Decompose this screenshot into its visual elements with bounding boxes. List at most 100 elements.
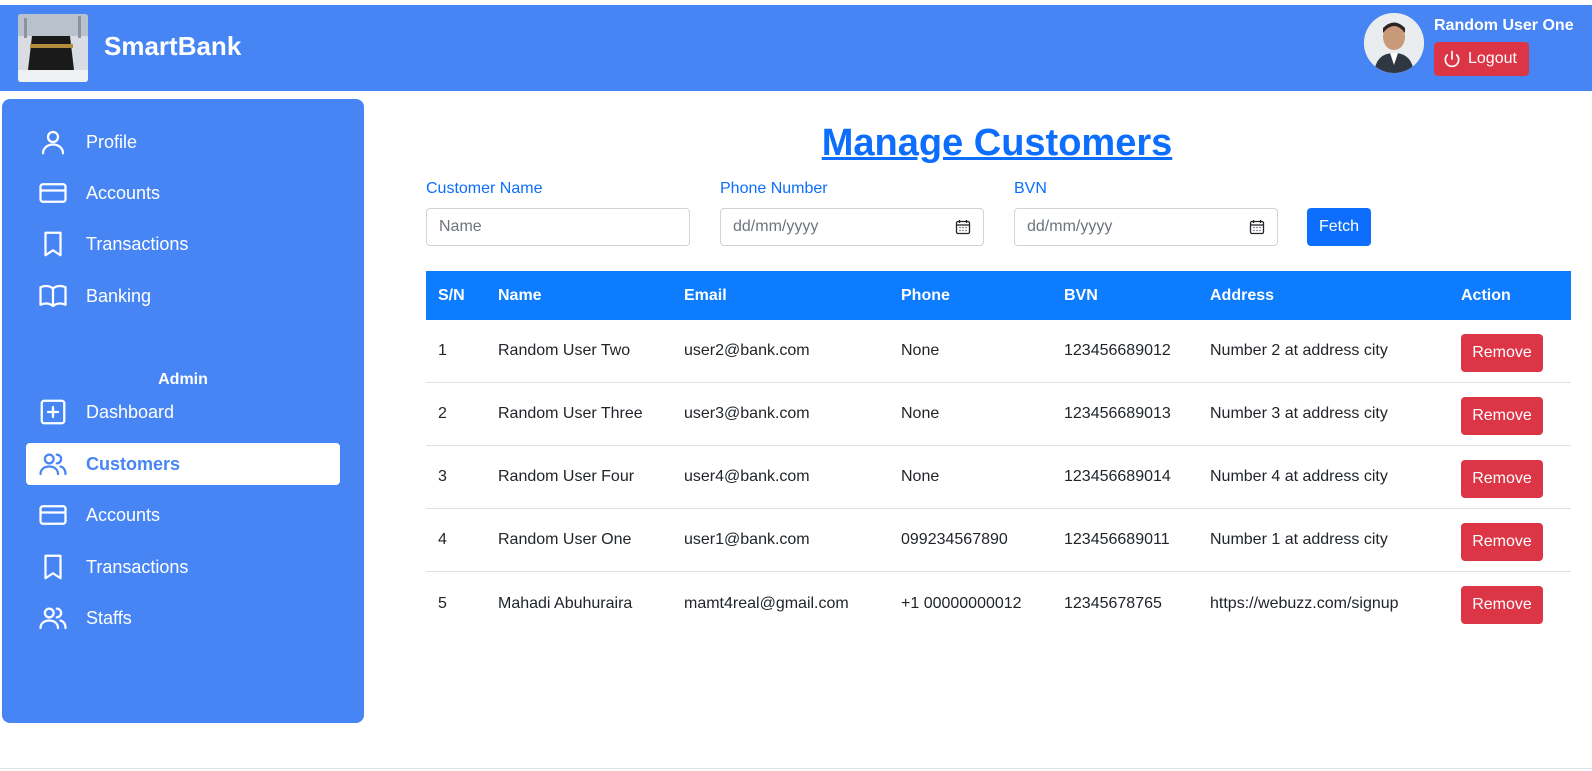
cell-name: Random User Four — [498, 468, 635, 485]
calendar-icon[interactable] — [1249, 219, 1265, 235]
cell-address: https://webuzz.com/signup — [1210, 594, 1399, 612]
sidebar-item-transactions[interactable]: Transactions — [26, 223, 340, 265]
cell-name: Mahadi Abuhuraira — [498, 594, 633, 612]
cell-email: mamt4real@gmail.com — [684, 594, 849, 612]
bookmark-icon — [36, 550, 70, 584]
cell-sn: 4 — [438, 531, 447, 548]
cell-sn: 2 — [438, 405, 447, 422]
cell-bvn: 123456689014 — [1064, 468, 1171, 485]
cell-phone: 099234567890 — [901, 531, 1008, 548]
cell-email: user3@bank.com — [684, 405, 810, 422]
sidebar-item-label: Transactions — [86, 556, 189, 577]
sidebar-item-profile[interactable]: Profile — [26, 121, 340, 163]
cell-sn: 5 — [438, 594, 447, 612]
sidebar-item-label: Profile — [86, 131, 138, 152]
cell-phone: None — [901, 468, 940, 485]
cell-bvn: 123456689012 — [1064, 342, 1171, 359]
sidebar-item-dashboard[interactable]: Dashboard — [26, 391, 340, 433]
table-row: 4 Random User One user1@bank.com 0992345… — [426, 509, 1571, 572]
cell-email: user1@bank.com — [684, 531, 810, 548]
bvn-placeholder: dd/mm/yyyy — [1027, 218, 1113, 235]
column-header-email: Email — [684, 286, 727, 304]
sidebar-item-staffs[interactable]: Staffs — [26, 597, 340, 639]
people-icon — [36, 601, 70, 635]
user-name: Random User One — [1434, 17, 1574, 34]
sidebar-item-label: Accounts — [86, 182, 161, 203]
remove-button[interactable]: Remove — [1461, 460, 1543, 498]
cell-email: user4@bank.com — [684, 468, 810, 485]
column-header-action: Action — [1461, 286, 1511, 304]
bookmark-icon — [36, 227, 70, 261]
column-header-name: Name — [498, 286, 542, 304]
sidebar-item-admin-accounts[interactable]: Accounts — [26, 494, 340, 536]
logout-label: Logout — [1468, 50, 1517, 67]
table-row: 3 Random User Four user4@bank.com None 1… — [426, 446, 1571, 509]
fetch-button[interactable]: Fetch — [1307, 208, 1371, 246]
phone-number-input[interactable]: dd/mm/yyyy — [720, 208, 984, 246]
cell-bvn: 12345678765 — [1064, 594, 1162, 612]
credit-card-icon — [36, 176, 70, 210]
bvn-input[interactable]: dd/mm/yyyy — [1014, 208, 1278, 246]
cell-address: Number 3 at address city — [1210, 405, 1388, 422]
cell-name: Random User One — [498, 531, 632, 548]
logout-button[interactable]: Logout — [1434, 42, 1529, 76]
cell-sn: 1 — [438, 342, 447, 359]
cell-email: user2@bank.com — [684, 342, 810, 359]
people-icon — [36, 447, 70, 481]
sidebar-item-label: Staffs — [86, 607, 132, 628]
customers-table: S/N Name Email Phone BVN Address Action … — [426, 271, 1571, 635]
bvn-label: BVN — [1014, 180, 1047, 197]
sidebar-item-banking[interactable]: Banking — [26, 275, 340, 317]
column-header-phone: Phone — [901, 286, 950, 304]
user-avatar[interactable] — [1364, 13, 1424, 73]
column-header-bvn: BVN — [1064, 286, 1098, 304]
cell-phone: None — [901, 405, 940, 422]
remove-button[interactable]: Remove — [1461, 586, 1543, 624]
remove-button[interactable]: Remove — [1461, 397, 1543, 435]
sidebar-item-label: Banking — [86, 285, 152, 306]
cell-name: Random User Two — [498, 342, 631, 359]
column-header-sn: S/N — [438, 286, 465, 304]
footer-divider — [0, 768, 1592, 769]
phone-number-placeholder: dd/mm/yyyy — [733, 218, 819, 235]
sidebar-item-label: Customers — [86, 453, 181, 474]
app-header: SmartBank Random User One Logout — [0, 5, 1592, 91]
table-row: 5 Mahadi Abuhuraira mamt4real@gmail.com … — [426, 572, 1571, 635]
book-icon — [36, 279, 70, 313]
cell-phone: +1 00000000012 — [901, 594, 1022, 612]
sidebar-item-label: Transactions — [86, 233, 189, 254]
cell-address: Number 1 at address city — [1210, 531, 1388, 548]
customer-name-input[interactable]: Name — [426, 208, 690, 246]
person-icon — [36, 125, 70, 159]
sidebar-item-accounts[interactable]: Accounts — [26, 172, 340, 214]
table-header: S/N Name Email Phone BVN Address Action — [426, 271, 1571, 320]
cell-sn: 3 — [438, 468, 447, 485]
sidebar: Profile Accounts Transactions Banking Ad… — [2, 99, 364, 723]
brand-name: SmartBank — [104, 31, 242, 61]
brand-logo[interactable] — [18, 14, 88, 82]
sidebar-item-label: Accounts — [86, 504, 161, 525]
cell-bvn: 123456689013 — [1064, 405, 1171, 422]
cell-name: Random User Three — [498, 405, 643, 422]
cell-phone: None — [901, 342, 940, 359]
sidebar-item-customers[interactable]: Customers — [26, 443, 340, 485]
customer-name-label: Customer Name — [426, 180, 543, 197]
admin-section-heading: Admin — [158, 371, 208, 388]
customer-name-placeholder: Name — [439, 218, 482, 235]
table-row: 1 Random User Two user2@bank.com None 12… — [426, 320, 1571, 383]
cell-bvn: 123456689011 — [1064, 531, 1170, 548]
column-header-address: Address — [1210, 286, 1275, 304]
table-row: 2 Random User Three user3@bank.com None … — [426, 383, 1571, 446]
sidebar-item-label: Dashboard — [86, 401, 175, 422]
page-title: Manage Customers — [821, 122, 1173, 164]
calendar-icon[interactable] — [955, 219, 971, 235]
power-icon — [1444, 50, 1460, 68]
remove-button[interactable]: Remove — [1461, 334, 1543, 372]
credit-card-icon — [36, 498, 70, 532]
plus-square-icon — [36, 395, 70, 429]
cell-address: Number 4 at address city — [1210, 468, 1388, 485]
phone-number-label: Phone Number — [720, 180, 828, 197]
sidebar-item-admin-transactions[interactable]: Transactions — [26, 546, 340, 588]
cell-address: Number 2 at address city — [1210, 342, 1388, 359]
remove-button[interactable]: Remove — [1461, 523, 1543, 561]
